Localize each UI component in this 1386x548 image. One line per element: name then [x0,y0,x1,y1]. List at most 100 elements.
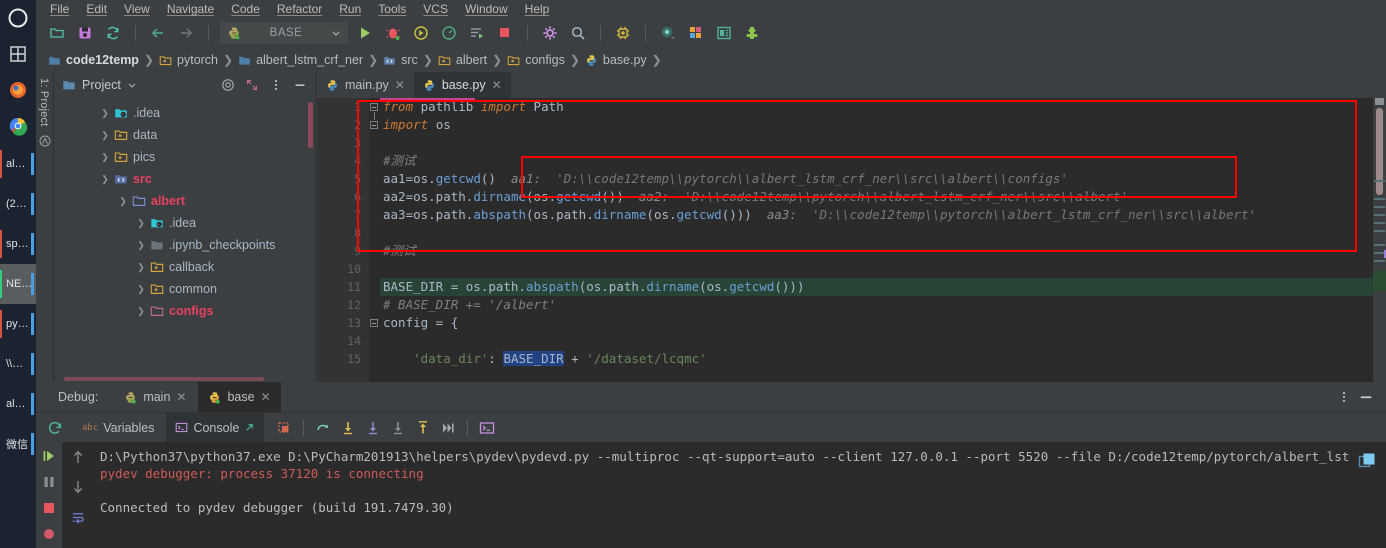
code-marker[interactable] [1374,260,1385,262]
chevron-down-icon[interactable]: ❯ [98,174,112,185]
taskbar-window-2[interactable]: (2… [0,184,36,224]
debug-tab-main[interactable]: main ✕ [114,382,196,412]
search-icon[interactable] [567,22,589,44]
rerun-icon[interactable] [40,420,70,436]
tree-row[interactable]: ❯ albert [54,190,315,212]
close-icon[interactable]: ✕ [176,390,186,404]
project-tree[interactable]: ❯ .idea ❯ data ❯ pics ❯ src ❯ albert ❯ .… [54,98,315,382]
profile-icon[interactable] [438,22,460,44]
database-icon[interactable] [713,22,735,44]
tree-row[interactable]: ❯ src [54,168,315,190]
project-rail-label[interactable]: 1: Project [38,78,50,126]
code-line-7[interactable]: aa3=os.path.abspath(os.path.dirname(os.g… [380,206,1386,224]
fold-marker-icon[interactable] [370,319,379,328]
editor-tab-main-py[interactable]: main.py ✕ [317,72,414,98]
scroll-up-icon[interactable] [69,448,87,466]
run-configuration-selector[interactable]: BASE [220,22,348,44]
run-to-cursor-icon[interactable] [412,417,434,439]
soft-wrap-icon[interactable] [69,508,87,526]
chrome-icon[interactable] [0,108,36,144]
breadcrumb-item-pytorch[interactable]: pytorch [159,53,218,67]
editor-scrollbar[interactable] [1373,98,1386,382]
menu-item-vcs[interactable]: VCS [423,2,448,16]
menu-item-view[interactable]: View [124,2,150,16]
taskbar-window-al2[interactable]: al… [0,384,36,424]
code-line-6[interactable]: aa2=os.path.dirname(os.getcwd()) aa2: 'D… [380,188,1386,206]
code-line-4[interactable]: #测试 [380,152,1386,170]
code-marker[interactable] [1374,198,1385,200]
breadcrumb-item-src[interactable]: src [383,53,418,67]
code-marker[interactable] [1374,222,1385,224]
code-marker[interactable] [1374,230,1385,232]
chevron-right-icon[interactable]: ❯ [98,152,112,163]
debug-subtab-console[interactable]: Console [166,412,265,443]
code-line-14[interactable] [380,332,1386,350]
save-all-icon[interactable] [74,22,96,44]
close-icon[interactable]: ✕ [395,78,405,92]
grid-icon[interactable] [0,36,36,72]
fold-marker-icon[interactable] [370,121,379,130]
code-marker[interactable] [1374,206,1385,208]
menu-item-window[interactable]: Window [465,2,508,16]
hide-panel-icon[interactable] [1356,387,1376,407]
run-coverage-icon[interactable] [410,22,432,44]
step-over-icon[interactable] [312,417,334,439]
open-folder-icon[interactable] [46,22,68,44]
code-marker[interactable] [1374,244,1385,246]
close-icon[interactable]: ✕ [492,78,502,92]
taskbar-window-wechat[interactable]: 微信 [0,424,36,464]
chevron-right-icon[interactable]: ❯ [98,108,112,119]
fold-marker-icon[interactable] [370,103,379,112]
editor-gutter[interactable]: 1 2 3 4 5 6 7 8 9 10 11 12 13 14 15 [317,98,369,382]
sync-icon[interactable] [102,22,124,44]
code-line-3[interactable] [380,134,1386,152]
view-breakpoints-icon[interactable] [39,524,59,544]
code-marker[interactable] [1374,180,1385,182]
chevron-right-icon[interactable]: ❯ [98,130,112,141]
back-arrow-icon[interactable] [147,22,169,44]
code-line-2[interactable]: import os [380,116,1386,134]
taskbar-window-al[interactable]: al… [0,144,36,184]
stop-icon[interactable] [39,498,59,518]
code-line-1[interactable]: from pathlib import Path [380,98,1386,116]
tree-row[interactable]: ❯ common [54,278,315,300]
tree-row[interactable]: ❯ .ipynb_checkpoints [54,234,315,256]
breadcrumb-item-configs[interactable]: configs [507,53,565,67]
taskbar-window-py[interactable]: py… [0,304,36,344]
tree-row[interactable]: ❯ configs [54,300,315,322]
code-content[interactable]: from pathlib import Path import os #测试 a… [380,98,1386,382]
resume-program-icon[interactable] [39,446,59,466]
firefox-icon[interactable] [0,72,36,108]
menu-item-run[interactable]: Run [339,2,361,16]
stop-icon[interactable] [494,22,516,44]
chevron-down-icon[interactable]: ❯ [134,306,148,317]
record-icon[interactable] [657,22,679,44]
debug-icon[interactable] [382,22,404,44]
target-scope-icon[interactable] [219,76,237,94]
scroll-down-icon[interactable] [69,478,87,496]
chevron-right-icon[interactable]: ❯ [134,262,148,273]
hide-panel-icon[interactable] [291,76,309,94]
chevron-down-icon[interactable] [127,80,137,90]
code-marker[interactable] [1374,214,1385,216]
editor-tab-base-py[interactable]: base.py ✕ [413,72,511,98]
tree-row[interactable]: ❯ .idea [54,212,315,234]
close-icon[interactable]: ✕ [261,390,271,404]
menu-item-tools[interactable]: Tools [378,2,406,16]
cpu-chip-icon[interactable] [612,22,634,44]
copy-icon[interactable] [1358,452,1376,475]
tree-vertical-scrollbar[interactable] [308,102,313,148]
step-out-icon[interactable] [387,417,409,439]
run-icon[interactable] [354,22,376,44]
tree-horizontal-scrollbar[interactable] [64,377,264,381]
layout-icon[interactable] [685,22,707,44]
code-editor[interactable]: 1 2 3 4 5 6 7 8 9 10 11 12 13 14 15 from… [317,98,1386,382]
evaluate-expression-icon[interactable] [476,417,498,439]
more-options-icon[interactable] [267,76,285,94]
circle-logo-icon[interactable] [0,0,36,36]
more-options-icon[interactable] [1334,387,1354,407]
code-line-13[interactable]: config = { [380,314,1386,332]
debug-tab-base[interactable]: base ✕ [198,382,281,412]
tree-row[interactable]: ❯ data [54,124,315,146]
pause-program-icon[interactable] [39,472,59,492]
